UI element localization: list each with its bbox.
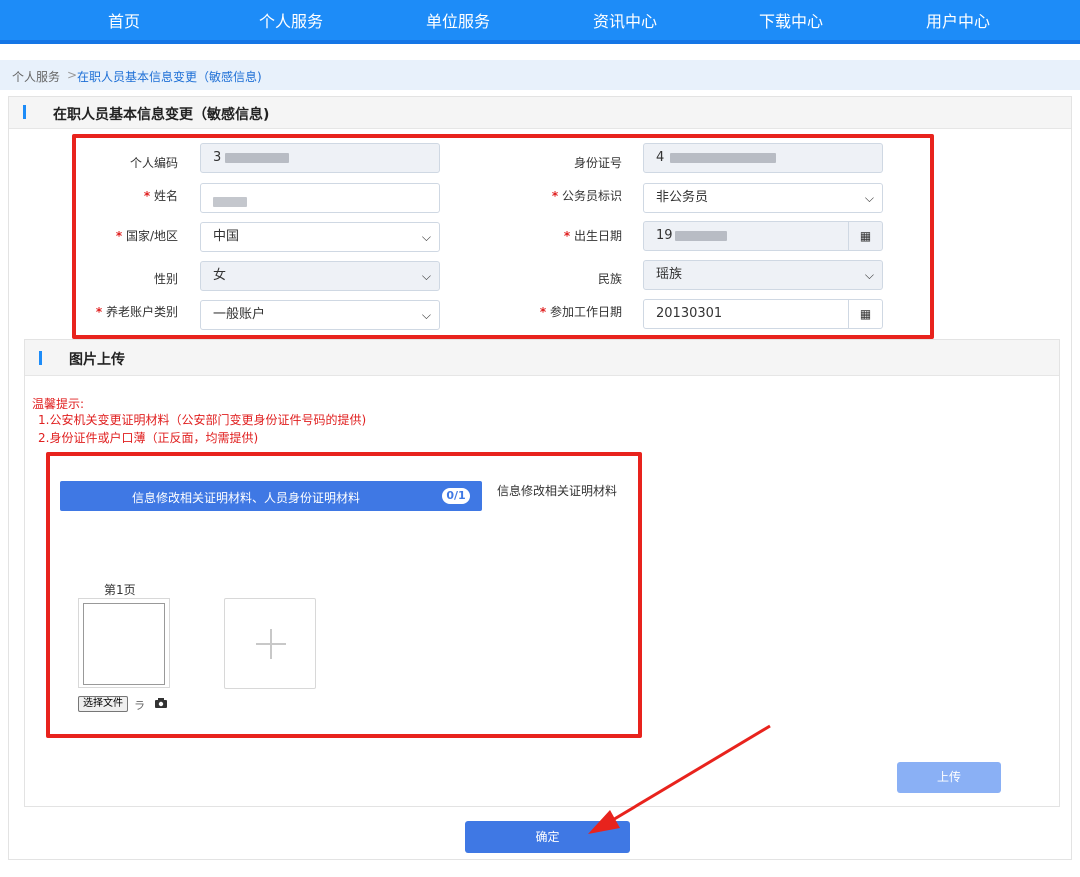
title-accent-bar	[23, 105, 26, 119]
top-nav: 首页 个人服务 单位服务 资讯中心 下载中心 用户中心	[0, 0, 1080, 44]
upload-panel-header: 图片上传	[25, 340, 1059, 376]
upload-panel-title: 图片上传	[69, 352, 125, 368]
breadcrumb-root[interactable]: 个人服务	[12, 68, 60, 85]
breadcrumb: 个人服务 > 在职人员基本信息变更（敏感信息)	[0, 60, 1080, 90]
nav-item-unit-service[interactable]: 单位服务	[408, 0, 508, 44]
nav-item-user-center[interactable]: 用户中心	[908, 0, 1008, 44]
tip-heading: 温馨提示:	[32, 397, 85, 411]
breadcrumb-separator: >	[67, 68, 78, 82]
panel-header: 在职人员基本信息变更（敏感信息)	[9, 97, 1071, 129]
tip-item-2: 2.身份证件或户口薄（正反面，均需提供)	[38, 431, 259, 445]
title-accent-bar	[39, 351, 42, 365]
annotation-arrow	[588, 724, 771, 834]
upload-button[interactable]: 上传	[897, 762, 1001, 793]
breadcrumb-current: 在职人员基本信息变更（敏感信息)	[77, 70, 262, 84]
annotation-box-form	[72, 134, 934, 339]
nav-item-news-center[interactable]: 资讯中心	[575, 0, 675, 44]
nav-item-home[interactable]: 首页	[74, 0, 174, 44]
nav-item-download-center[interactable]: 下载中心	[741, 0, 841, 44]
nav-item-personal-service[interactable]: 个人服务	[241, 0, 341, 44]
page-title: 在职人员基本信息变更（敏感信息)	[53, 107, 270, 123]
tip-item-1: 1.公安机关变更证明材料（公安部门变更身份证件号码的提供)	[38, 413, 367, 427]
annotation-box-upload	[46, 452, 642, 738]
